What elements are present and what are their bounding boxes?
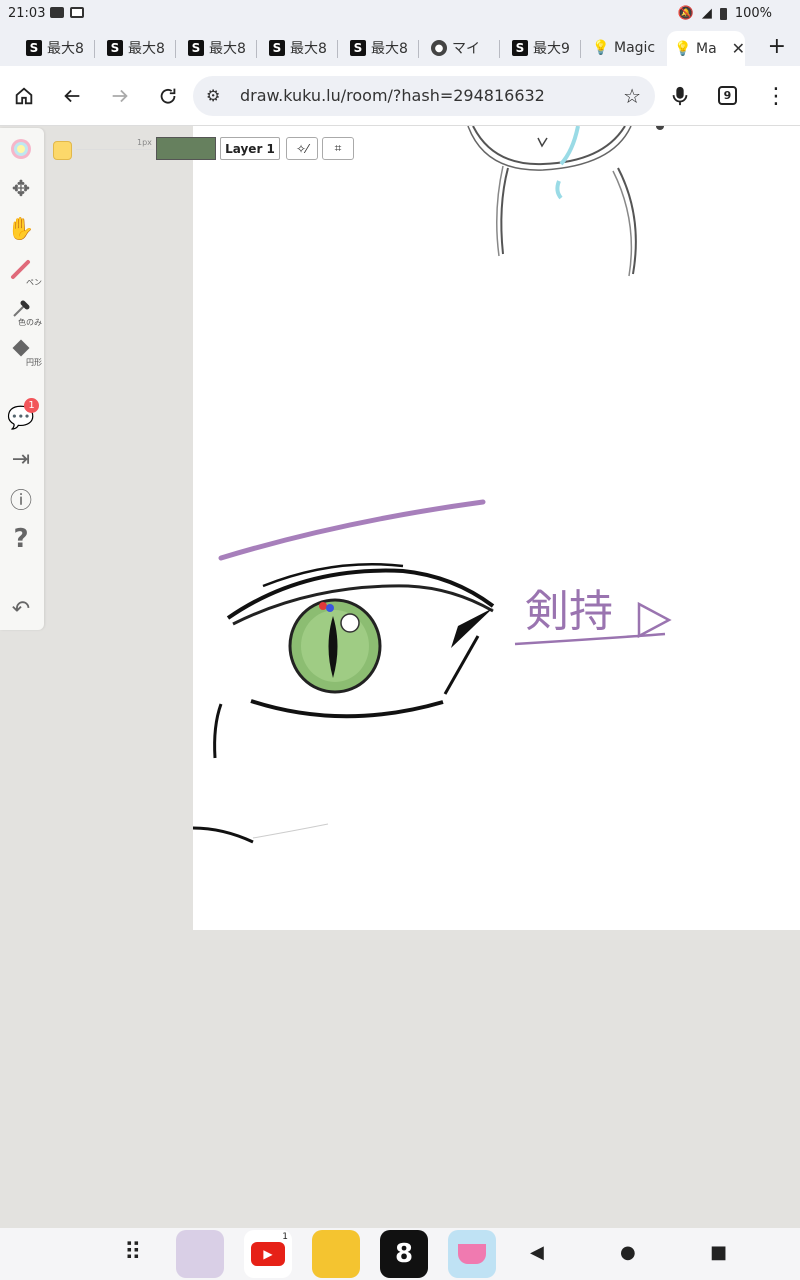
tab-title: Ma [696,40,717,57]
active-browser-tab[interactable]: 💡 Ma ✕ [667,31,745,66]
microphone-icon[interactable] [666,82,694,110]
globe-icon: ● [431,40,447,56]
tab-favicon-icon: S [512,40,528,56]
browser-tab[interactable]: S 最大8 [350,36,410,60]
tab-divider [337,40,338,58]
tab-divider [175,40,176,58]
tab-favicon-icon: S [107,40,123,56]
handwritten-label: 剣持 [525,586,613,637]
layer-select-button[interactable]: Layer 1 [220,137,280,160]
wifi-icon: ◢ [701,6,712,21]
anime-app-icon[interactable] [176,1230,224,1278]
browser-tab[interactable]: S 最大8 [269,36,329,60]
tab-divider [418,40,419,58]
browser-tab[interactable]: S 最大9 [512,36,572,60]
tab-divider [499,40,500,58]
eraser-icon[interactable]: 円形 [6,334,42,367]
browser-tab[interactable]: S 最大8 [188,36,248,60]
tab-title: 最大8 [47,41,84,57]
crop-icon[interactable]: ⌗ [322,137,354,160]
tab-favicon-icon: S [350,40,366,56]
battery-icon [719,7,727,20]
tab-divider [94,40,95,58]
status-bar: 21:03 🔕 ◢ 100% [0,0,800,28]
drawing-artwork: 剣持 [192,122,672,844]
android-nav-bar: ⠿ ▶ 1 8 ◀ ● ■ [0,1228,800,1280]
tool-sidebar: ✥ ✋ ペン 色のみ 円形 💬 ⇥ ⓘ ? ↶ [0,128,44,630]
tab-divider [256,40,257,58]
tab-divider [580,40,581,58]
chat-notification-badge: 1 [24,398,39,413]
palette-color-chip[interactable] [53,141,72,160]
pen-tool-label: ペン [26,278,42,287]
tab-title: 最大8 [371,41,408,57]
youtube-app-icon[interactable]: ▶ 1 [244,1230,292,1278]
magic-wand-icon[interactable]: ✧⁄ [286,137,318,160]
site-settings-icon[interactable]: ⚙ [206,86,220,105]
color-wheel-icon[interactable] [6,134,36,164]
exit-room-icon[interactable]: ⇥ [6,444,36,474]
tab-strip: S 最大8 S 最大8 S 最大8 S 最大8 S 最大8 ● マイ S 最大9… [0,28,800,66]
lightbulb-icon: 💡 [674,40,692,57]
bookmark-star-icon[interactable]: ☆ [623,84,641,108]
tab-switcher-button[interactable]: 9 [718,86,737,105]
cup-icon [458,1244,486,1264]
info-icon[interactable]: ⓘ [6,484,36,514]
tab-title: 最大8 [128,41,165,57]
eyedropper-icon[interactable]: 色のみ [6,294,42,327]
drawing-canvas[interactable]: 剣持 [192,122,800,930]
undo-icon[interactable]: ↶ [6,594,36,624]
calendar-notification-icon [70,7,84,18]
url-text[interactable]: draw.kuku.lu/room/?hash=294816632 [240,86,545,105]
tab-title: 最大8 [209,41,246,57]
browser-tab[interactable]: 💡 Magic [593,36,655,60]
youtube-notification-icon [50,7,64,18]
pen-tool-icon[interactable]: ペン [6,254,42,287]
tab-favicon-icon: S [269,40,285,56]
play-icon: ▶ [251,1242,285,1266]
youtube-badge: 1 [282,1232,288,1242]
home-icon[interactable] [10,82,38,110]
tab-title: マイ [452,41,480,57]
battery-level: 100% [734,6,772,21]
tab-favicon-icon: S [188,40,204,56]
blocky-app-icon[interactable]: 8 [380,1230,428,1278]
cup-app-icon[interactable] [448,1230,496,1278]
app-drawer-icon[interactable]: ⠿ [124,1238,142,1266]
system-icons: 🔕 ◢ 100% [678,6,772,21]
browser-tab[interactable]: S 最大8 [107,36,167,60]
eraser-label: 円形 [26,358,42,367]
forward-icon[interactable] [106,82,134,110]
nav-recents-icon[interactable]: ■ [710,1242,727,1263]
new-tab-button[interactable]: + [768,34,786,59]
clock: 21:03 [8,6,46,21]
mute-icon: 🔕 [677,6,694,21]
back-icon[interactable] [58,82,86,110]
browser-tab[interactable]: S 最大8 [26,36,86,60]
address-bar[interactable]: ⚙ draw.kuku.lu/room/?hash=294816632 ☆ [193,76,655,116]
game-app-icon[interactable] [312,1230,360,1278]
notification-icons [50,7,84,18]
tab-title: Magic [614,40,655,56]
nav-home-icon[interactable]: ● [620,1242,636,1263]
hand-icon[interactable]: ✋ [6,214,36,244]
tab-title: 最大9 [533,41,570,57]
help-icon[interactable]: ? [6,524,36,554]
browser-toolbar: ⚙ draw.kuku.lu/room/?hash=294816632 ☆ 9 … [0,66,800,126]
pen-size-slider[interactable] [76,149,154,150]
current-color-swatch[interactable] [156,137,216,160]
lightbulb-icon: 💡 [593,40,610,56]
tab-title: 最大8 [290,41,327,57]
tab-favicon-icon: S [26,40,42,56]
close-icon[interactable]: ✕ [732,39,745,58]
menu-icon[interactable]: ⋮ [762,82,790,110]
move-icon[interactable]: ✥ [6,174,36,204]
browser-tab[interactable]: ● マイ [431,36,491,60]
reload-icon[interactable] [154,82,182,110]
eyedropper-label: 色のみ [18,318,42,327]
nav-back-icon[interactable]: ◀ [530,1242,544,1263]
pen-size-label: 1px [137,138,152,147]
